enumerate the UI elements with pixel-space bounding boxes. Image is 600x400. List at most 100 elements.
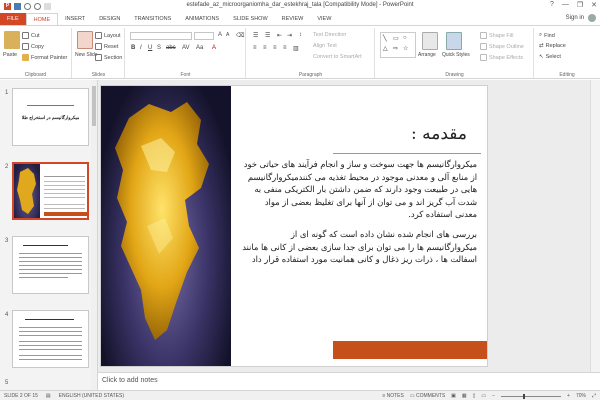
- language-indicator[interactable]: ENGLISH (UNITED STATES): [59, 393, 124, 399]
- tab-animations[interactable]: ANIMATIONS: [178, 13, 226, 25]
- slide-sorter-icon[interactable]: ▦: [462, 393, 467, 399]
- notes-toggle[interactable]: ≡ NOTES: [382, 393, 404, 399]
- tab-review[interactable]: REVIEW: [275, 13, 311, 25]
- layout-icon: [95, 32, 102, 39]
- user-avatar-icon[interactable]: [588, 14, 596, 22]
- thumbnail-scrollbar[interactable]: [91, 80, 97, 390]
- increase-indent-icon[interactable]: ⇥: [287, 32, 292, 39]
- tab-slide-show[interactable]: SLIDE SHOW: [226, 13, 275, 25]
- justify-icon[interactable]: ≡: [283, 45, 287, 51]
- fit-slide-icon[interactable]: ⤢: [592, 393, 596, 399]
- zoom-in-icon[interactable]: +: [567, 393, 570, 399]
- format-painter-button[interactable]: Format Painter: [22, 54, 67, 61]
- slide-heading[interactable]: مقدمه :: [411, 124, 467, 144]
- shape-effects-button[interactable]: Shape Effects: [480, 54, 523, 61]
- numbering-icon[interactable]: ☰: [265, 32, 270, 39]
- underline-icon[interactable]: U: [148, 45, 152, 51]
- tab-insert[interactable]: INSERT: [58, 13, 92, 25]
- convert-smartart-button[interactable]: Convert to SmartArt: [313, 54, 362, 60]
- slideshow-icon[interactable]: ▭: [481, 393, 486, 399]
- ribbon-tabs: FILE HOME INSERT DESIGN TRANSITIONS ANIM…: [0, 12, 600, 25]
- layout-button[interactable]: Layout: [95, 32, 121, 39]
- zoom-slider[interactable]: [501, 393, 562, 399]
- select-button[interactable]: ↖ Select: [539, 54, 561, 60]
- body-paragraph-1: میکروارگانیسم ها جهت سوخت و ساز و انجام …: [243, 159, 477, 220]
- section-button[interactable]: Section: [95, 54, 122, 61]
- tab-view[interactable]: VIEW: [310, 13, 338, 25]
- columns-icon[interactable]: ▥: [293, 45, 299, 52]
- align-text-button[interactable]: Align Text: [313, 43, 337, 49]
- restore-button[interactable]: ❐: [577, 1, 583, 9]
- italic-icon[interactable]: I: [140, 45, 142, 51]
- line-spacing-icon[interactable]: ↕: [299, 32, 302, 38]
- spellcheck-icon[interactable]: ▤: [46, 393, 51, 399]
- tab-design[interactable]: DESIGN: [92, 13, 127, 25]
- bold-icon[interactable]: B: [131, 45, 135, 51]
- shape-star-icon[interactable]: ☆: [403, 45, 408, 52]
- reset-button[interactable]: Reset: [95, 43, 118, 50]
- quick-styles-button[interactable]: Quick Styles: [442, 52, 470, 58]
- bullets-icon[interactable]: ☰: [253, 32, 258, 39]
- shape-outline-button[interactable]: Shape Outline: [480, 43, 524, 50]
- paste-button[interactable]: Paste: [3, 52, 17, 58]
- reading-view-icon[interactable]: ▯: [473, 393, 476, 399]
- strikethrough-icon[interactable]: abc: [166, 45, 176, 51]
- arrange-icon[interactable]: [422, 32, 438, 50]
- slide-thumbnail-1[interactable]: میکروارگانیسم در استخراج طلا: [12, 88, 89, 146]
- comments-toggle[interactable]: ▭ COMMENTS: [410, 393, 445, 399]
- shapes-gallery[interactable]: ╲ ▭ ○ △ ⇨ ☆: [380, 32, 416, 58]
- decrease-indent-icon[interactable]: ⇤: [277, 32, 282, 39]
- align-left-icon[interactable]: ≡: [253, 45, 257, 51]
- normal-view-icon[interactable]: ▣: [451, 393, 456, 399]
- shape-line-icon[interactable]: ╲: [383, 35, 387, 42]
- font-name-box[interactable]: [130, 32, 192, 40]
- gold-nugget-image[interactable]: [101, 86, 231, 366]
- shape-arrow-icon[interactable]: ⇨: [393, 45, 398, 52]
- help-button[interactable]: ?: [550, 1, 554, 9]
- tab-home[interactable]: HOME: [25, 13, 59, 25]
- decrease-font-icon[interactable]: A: [226, 32, 229, 38]
- effects-icon: [480, 54, 487, 61]
- paste-icon[interactable]: [4, 31, 20, 49]
- copy-button[interactable]: Copy: [22, 43, 44, 50]
- cut-button[interactable]: Cut: [22, 32, 40, 39]
- slide-thumbnail-3[interactable]: [12, 236, 89, 294]
- clear-format-icon[interactable]: ⌫: [236, 32, 244, 39]
- text-direction-button[interactable]: Text Direction: [313, 32, 346, 38]
- increase-font-icon[interactable]: A: [218, 32, 222, 38]
- thumbnail-scroll-thumb[interactable]: [92, 86, 96, 126]
- slide-scrollbar[interactable]: [590, 80, 600, 372]
- replace-button[interactable]: ⇄ Replace: [539, 43, 566, 49]
- thumb-number: 4: [5, 312, 9, 318]
- arrange-button[interactable]: Arrange: [418, 52, 436, 58]
- notes-pane[interactable]: Click to add notes: [98, 372, 600, 389]
- font-size-box[interactable]: [194, 32, 214, 40]
- quick-styles-icon[interactable]: [446, 32, 462, 50]
- find-button[interactable]: ⌕ Find: [539, 32, 555, 39]
- slide-body-text[interactable]: میکروارگانیسم ها جهت سوخت و ساز و انجام …: [241, 158, 477, 273]
- slide-thumbnail-2[interactable]: [12, 162, 89, 220]
- tab-transitions[interactable]: TRANSITIONS: [127, 13, 178, 25]
- zoom-slider-knob[interactable]: [523, 393, 526, 399]
- current-slide[interactable]: مقدمه : میکروارگانیسم ها جهت سوخت و ساز …: [100, 85, 488, 367]
- sign-in-link[interactable]: Sign in: [566, 15, 584, 21]
- zoom-level[interactable]: 70%: [576, 393, 586, 399]
- align-right-icon[interactable]: ≡: [273, 45, 277, 51]
- char-spacing-icon[interactable]: AV: [182, 45, 190, 51]
- shape-rectangle-icon[interactable]: ▭: [393, 35, 399, 42]
- paragraph-group-label: Paragraph: [298, 72, 323, 78]
- shape-fill-button[interactable]: Shape Fill: [480, 32, 513, 39]
- slide-thumbnail-pane[interactable]: 1 میکروارگانیسم در استخراج طلا 2 3 4 5: [0, 80, 98, 390]
- tab-file[interactable]: FILE: [0, 13, 26, 25]
- slide-thumbnail-4[interactable]: [12, 310, 89, 368]
- shape-triangle-icon[interactable]: △: [383, 45, 388, 52]
- zoom-out-icon[interactable]: −: [492, 393, 495, 399]
- change-case-icon[interactable]: Aa: [196, 45, 203, 51]
- close-button[interactable]: ✕: [591, 1, 597, 9]
- font-color-icon[interactable]: A: [212, 45, 216, 51]
- shape-oval-icon[interactable]: ○: [403, 35, 407, 41]
- align-center-icon[interactable]: ≡: [263, 45, 267, 51]
- shadow-icon[interactable]: S: [157, 45, 161, 51]
- minimize-button[interactable]: —: [562, 1, 569, 9]
- new-slide-icon[interactable]: [77, 31, 93, 49]
